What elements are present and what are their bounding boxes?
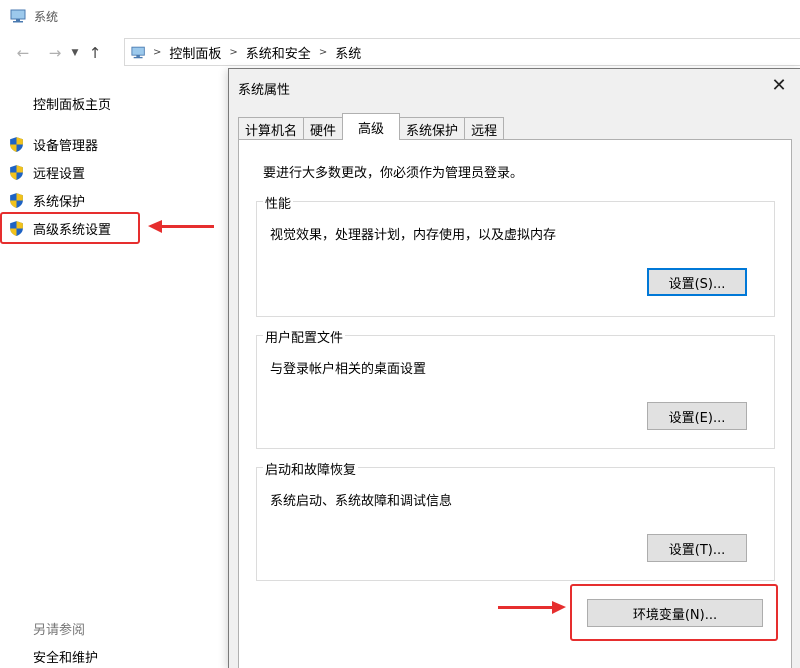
address-bar[interactable]: > 控制面板 > 系统和安全 > 系统 xyxy=(124,38,800,66)
forward-arrow-icon[interactable]: → xyxy=(42,40,68,66)
performance-group: 性能 视觉效果，处理器计划，内存使用，以及虚拟内存 设置(S)... xyxy=(256,193,775,317)
user-profiles-settings-button[interactable]: 设置(E)... xyxy=(647,402,747,430)
back-arrow-icon[interactable]: ← xyxy=(10,40,36,66)
group-description: 视觉效果，处理器计划，内存使用，以及虚拟内存 xyxy=(270,228,557,243)
group-legend: 用户配置文件 xyxy=(263,327,346,346)
chevron-right-icon: > xyxy=(229,46,238,58)
control-panel-home-link[interactable]: 控制面板主页 xyxy=(33,94,111,113)
tab-system-protection[interactable]: 系统保护 xyxy=(399,117,466,140)
window-title-bar: 系统 xyxy=(0,0,800,32)
system-properties-dialog: 系统属性 ✕ 计算机名 硬件 高级 系统保护 远程 要进行大多数更改，你必须作为… xyxy=(228,68,800,668)
computer-icon xyxy=(131,46,147,59)
security-maintenance-link[interactable]: 安全和维护 xyxy=(33,647,98,666)
shield-icon xyxy=(8,192,25,209)
close-icon[interactable]: ✕ xyxy=(764,72,794,100)
annotation-arrow xyxy=(148,220,214,233)
window-title: 系统 xyxy=(34,9,59,24)
shield-icon xyxy=(8,164,25,181)
button-label: 设置(E)... xyxy=(668,410,726,426)
shield-icon xyxy=(8,136,25,153)
sidebar-item-label: 远程设置 xyxy=(33,166,86,182)
group-description: 与登录帐户相关的桌面设置 xyxy=(270,362,427,377)
startup-recovery-group: 启动和故障恢复 系统启动、系统故障和调试信息 设置(T)... xyxy=(256,459,775,581)
sidebar-item-system-protection[interactable]: 系统保护 xyxy=(8,189,85,211)
chevron-right-icon: > xyxy=(318,46,328,58)
sidebar: 控制面板主页 设备管理器 远程设置 系统保护 高级系统设置 另请参阅 安全和维护 xyxy=(0,76,226,668)
group-description: 系统启动、系统故障和调试信息 xyxy=(270,494,453,509)
tab-computer-name[interactable]: 计算机名 xyxy=(238,117,305,140)
breadcrumb-item[interactable]: 控制面板 xyxy=(169,43,221,62)
group-legend: 性能 xyxy=(263,193,294,212)
button-label: 设置(S)... xyxy=(668,276,726,292)
navigation-bar: ← → ▼ ↑ > 控制面板 > 系统和安全 > 系统 xyxy=(0,38,800,68)
startup-recovery-settings-button[interactable]: 设置(T)... xyxy=(647,534,747,562)
breadcrumb-item[interactable]: 系统和安全 xyxy=(246,43,311,62)
user-profiles-group: 用户配置文件 与登录帐户相关的桌面设置 设置(E)... xyxy=(256,327,775,449)
breadcrumb-item[interactable]: 系统 xyxy=(335,43,361,62)
annotation-arrow xyxy=(498,601,566,614)
see-also-heading: 另请参阅 xyxy=(33,623,86,638)
annotation-highlight-box xyxy=(570,584,778,641)
button-label: 设置(T)... xyxy=(668,542,726,558)
computer-icon xyxy=(10,9,28,23)
admin-note: 要进行大多数更改，你必须作为管理员登录。 xyxy=(263,166,524,181)
sidebar-item-label: 系统保护 xyxy=(33,194,86,210)
dropdown-chevron-icon[interactable]: ▼ xyxy=(68,40,82,66)
up-arrow-icon[interactable]: ↑ xyxy=(82,40,108,66)
tab-advanced[interactable]: 高级 xyxy=(342,113,401,140)
sidebar-item-device-manager[interactable]: 设备管理器 xyxy=(8,133,98,155)
group-legend: 启动和故障恢复 xyxy=(263,459,359,478)
performance-settings-button[interactable]: 设置(S)... xyxy=(647,268,747,296)
sidebar-item-remote-settings[interactable]: 远程设置 xyxy=(8,161,85,183)
chevron-right-icon: > xyxy=(153,46,162,58)
tab-remote[interactable]: 远程 xyxy=(464,117,505,140)
dialog-title: 系统属性 xyxy=(238,83,291,98)
tab-hardware[interactable]: 硬件 xyxy=(303,117,344,140)
tab-strip: 计算机名 硬件 高级 系统保护 远程 xyxy=(238,113,505,140)
sidebar-item-label: 设备管理器 xyxy=(33,138,99,154)
annotation-highlight-box xyxy=(0,212,140,244)
